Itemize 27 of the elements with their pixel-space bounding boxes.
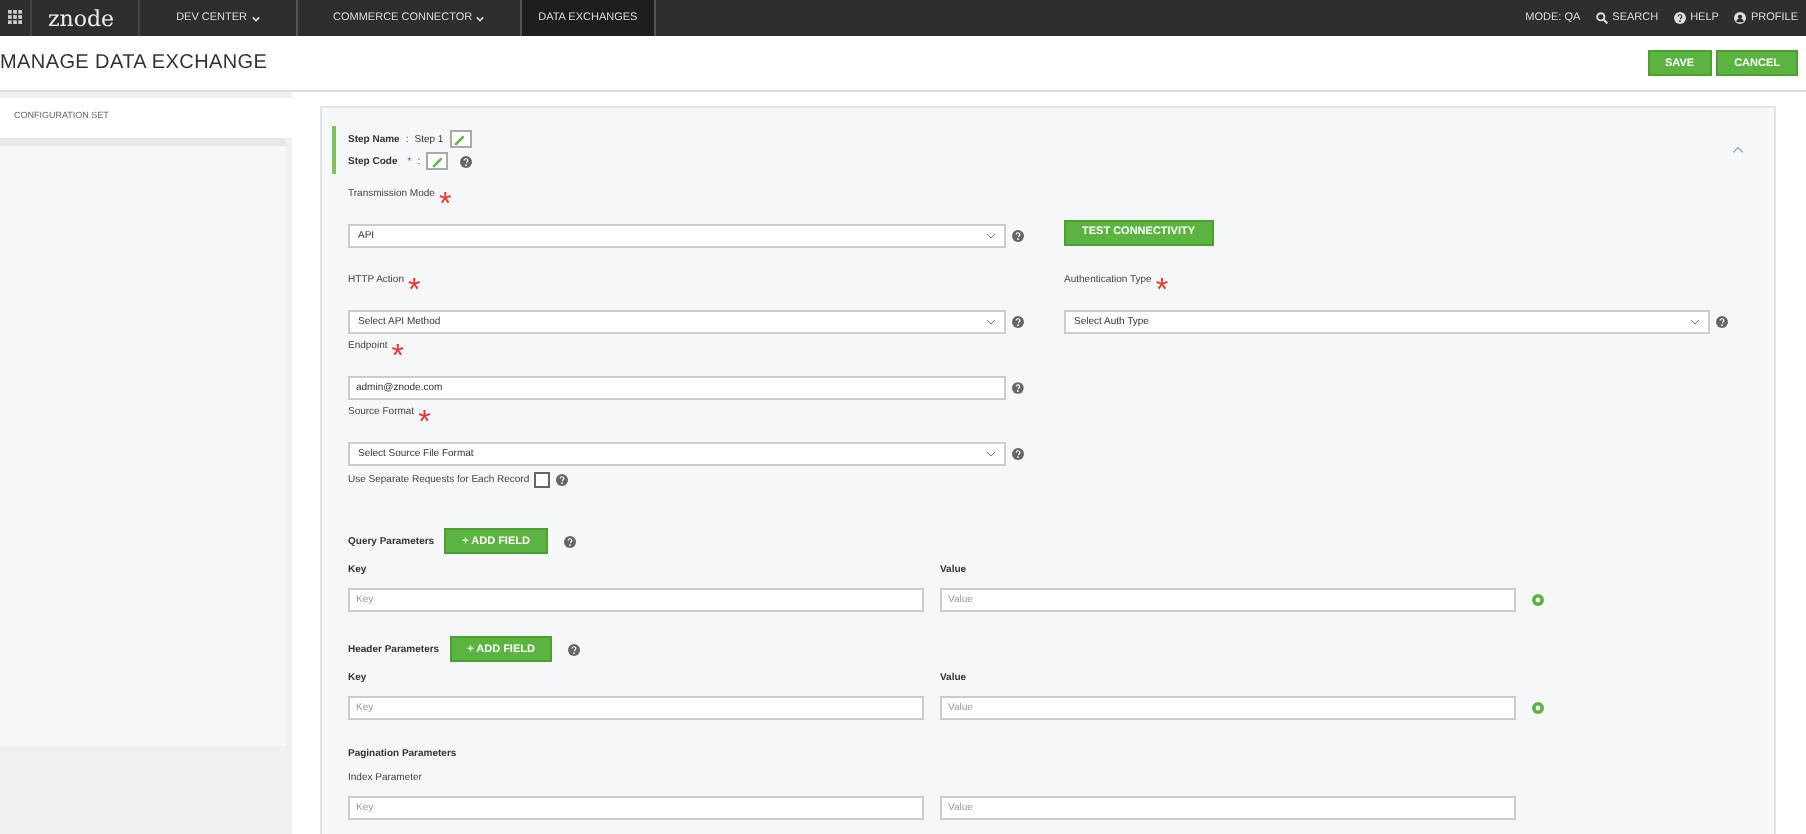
help-icon[interactable] xyxy=(1012,382,1024,394)
remove-icon[interactable] xyxy=(1532,594,1544,606)
chevron-down-icon xyxy=(986,318,996,326)
required-mark: * xyxy=(418,406,431,442)
chevron-down-icon xyxy=(986,450,996,458)
chevron-down-icon xyxy=(1690,318,1700,326)
help-icon[interactable] xyxy=(563,535,576,547)
required-mark: * xyxy=(407,274,421,310)
chevron-down-icon xyxy=(986,232,996,240)
grid-icon[interactable] xyxy=(8,10,22,24)
help-icon xyxy=(1674,12,1687,24)
help-icon[interactable] xyxy=(555,474,568,486)
required-mark: * xyxy=(1155,274,1169,310)
page-title: MANAGE DATA EXCHANGE xyxy=(0,52,268,74)
checkbox[interactable] xyxy=(533,472,550,488)
required-mark: * xyxy=(438,188,452,224)
help-icon[interactable] xyxy=(1012,316,1024,328)
help-icon[interactable] xyxy=(568,643,581,655)
help-icon[interactable] xyxy=(1716,316,1728,328)
user-icon xyxy=(1734,12,1747,24)
logo[interactable]: znode xyxy=(30,0,141,36)
remove-icon[interactable] xyxy=(1532,702,1544,714)
search-icon xyxy=(1596,12,1609,24)
help-icon[interactable] xyxy=(1012,448,1024,460)
help-icon[interactable] xyxy=(1012,230,1024,242)
help-icon[interactable] xyxy=(460,155,473,167)
required-mark: * xyxy=(391,340,404,376)
